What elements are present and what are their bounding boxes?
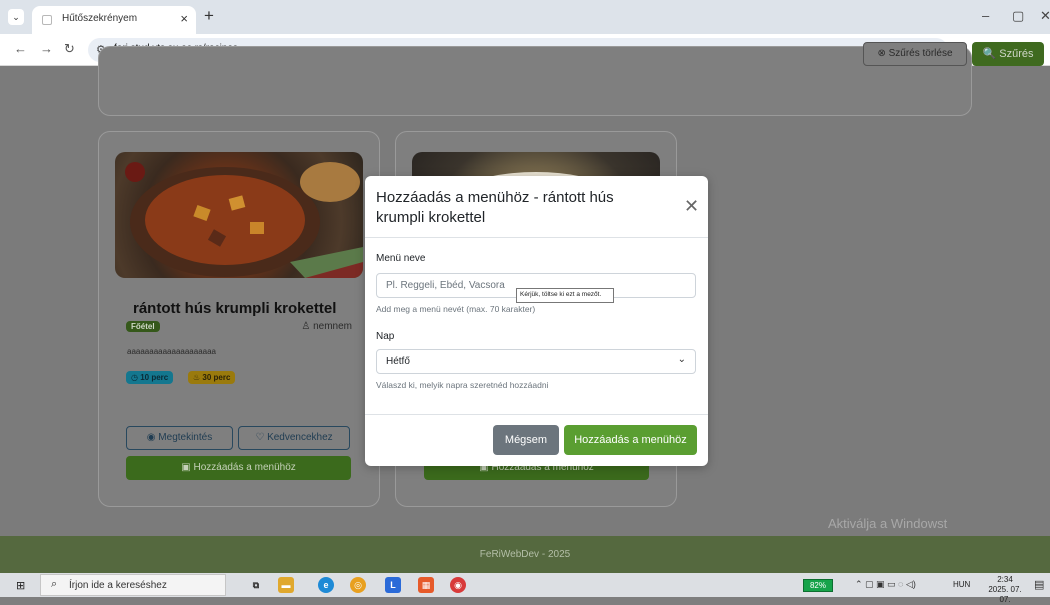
add-to-menu-label: Hozzáadás a menühöz <box>193 462 296 473</box>
prep-time-text: 10 perc <box>140 373 169 382</box>
edge-icon[interactable]: e <box>318 577 334 593</box>
footer: FeRiWebDev - 2025 <box>0 536 1050 573</box>
windows-taskbar: ⊞ ⌕ Írjon ide a kereséshez ⧉ ▬ e ◎ L ▦ ◉… <box>0 573 1050 604</box>
recipe-description: aaaaaaaaaaaaaaaaaaaa <box>127 347 216 356</box>
close-window-icon[interactable]: ✕ <box>1040 8 1050 24</box>
eye-icon: ◉ <box>146 432 159 443</box>
day-help: Válaszd ki, melyik napra szeretnéd hozzá… <box>376 380 549 390</box>
restore-icon[interactable]: ▢ <box>1012 8 1024 24</box>
app-grid-icon[interactable]: ▦ <box>418 577 434 593</box>
chevron-down-icon: ⌄ <box>677 354 686 365</box>
back-icon[interactable]: ← <box>14 41 27 56</box>
heart-icon: ♡ <box>255 432 268 443</box>
reload-icon[interactable]: ↻ <box>64 41 75 57</box>
notification-icon[interactable]: ▤ <box>1034 578 1044 591</box>
menu-name-help: Add meg a menü nevét (max. 70 karakter) <box>376 304 536 314</box>
windows-activation-watermark: Aktiválja a Windowst <box>828 516 948 531</box>
file-explorer-icon[interactable]: ▬ <box>278 577 294 593</box>
recipe-card: rántott hús krumpli krokettel Főétel ♙ n… <box>98 131 380 507</box>
favorite-button[interactable]: ♡ Kedvencekhez <box>238 426 350 450</box>
tab-search-icon[interactable]: ⌄ <box>8 9 24 25</box>
modal-footer-divider <box>365 414 708 415</box>
tab-favicon-icon <box>42 15 52 25</box>
day-select[interactable]: Hétfő ⌄ <box>376 349 696 374</box>
validation-tooltip: Kérjük, töltse ki ezt a mezőt. <box>516 288 614 303</box>
favorite-label: Kedvencekhez <box>267 432 333 443</box>
flame-icon: ♨ <box>193 373 203 382</box>
tab-title: Hűtőszekrényem <box>62 13 138 24</box>
clock-time: 2:34 <box>997 575 1013 584</box>
clear-filter-button[interactable]: ⊗ Szűrés törlése <box>863 42 967 66</box>
forward-icon[interactable]: → <box>40 41 53 56</box>
app-red-icon[interactable]: ◉ <box>450 577 466 593</box>
taskbar-search-placeholder: Írjon ide a kereséshez <box>69 580 167 591</box>
close-icon[interactable]: ✕ <box>684 196 699 217</box>
tab-close-icon[interactable]: × <box>180 11 188 26</box>
app-l-icon[interactable]: L <box>385 577 401 593</box>
task-view-icon[interactable]: ⧉ <box>248 577 264 593</box>
new-tab-icon[interactable]: + <box>204 6 214 26</box>
filter-card: ⊗ Szűrés törlése 🔍 Szűrés <box>98 42 1044 116</box>
category-badge: Főétel <box>126 321 160 332</box>
taskbar-search[interactable]: ⌕ Írjon ide a kereséshez <box>40 574 226 596</box>
battery-indicator[interactable]: 82% <box>803 579 833 592</box>
clock[interactable]: 2:34 2025. 07. 07. <box>982 575 1028 605</box>
day-label: Nap <box>376 331 395 342</box>
recipe-title: rántott hús krumpli krokettel <box>133 300 337 317</box>
prep-time-badge: ◷ 10 perc <box>126 371 174 384</box>
footer-text: FeRiWebDev - 2025 <box>479 549 571 560</box>
browser-tab[interactable]: Hűtőszekrényem × <box>32 6 196 34</box>
cancel-button[interactable]: Mégsem <box>493 425 559 455</box>
clock-icon: ◷ <box>131 373 141 382</box>
goulash-image <box>125 162 363 278</box>
clock-date: 2025. 07. 07. <box>988 585 1022 604</box>
modal-header-divider <box>365 237 708 238</box>
menu-name-label: Menü neve <box>376 253 426 264</box>
author-name: nemnem <box>313 321 352 332</box>
day-select-value: Hétfő <box>386 356 410 367</box>
browser-tab-bar: ⌄ Hűtőszekrényem × + – ▢ ✕ <box>0 0 1050 34</box>
recipe-image <box>115 152 363 278</box>
language-indicator[interactable]: HUN <box>953 580 970 589</box>
system-tray-icons[interactable]: ⌃ ▢ ▣ ▭ ◌ ◁) <box>855 579 916 590</box>
cook-time-text: 30 perc <box>202 373 231 382</box>
user-icon: ♙ <box>301 321 314 332</box>
filter-button[interactable]: 🔍 Szűrés <box>972 42 1044 66</box>
search-icon: ⌕ <box>51 578 58 590</box>
chrome-icon[interactable]: ◎ <box>350 577 366 593</box>
add-to-menu-submit-button[interactable]: Hozzáadás a menühöz <box>564 425 697 455</box>
add-to-menu-button[interactable]: ▣ Hozzáadás a menühöz <box>126 456 351 480</box>
view-label: Megtekintés <box>158 432 213 443</box>
view-button[interactable]: ◉ Megtekintés <box>126 426 233 450</box>
author-label: ♙ nemnem <box>301 321 352 332</box>
add-to-menu-modal: Hozzáadás a menühöz - rántott hús krumpl… <box>365 176 708 466</box>
minimize-icon[interactable]: – <box>982 8 989 23</box>
modal-title: Hozzáadás a menühöz - rántott hús krumpl… <box>376 189 614 226</box>
calendar-plus-icon: ▣ <box>181 462 194 473</box>
cook-time-badge: ♨ 30 perc <box>188 371 236 384</box>
windows-start-icon[interactable]: ⊞ <box>16 579 25 592</box>
